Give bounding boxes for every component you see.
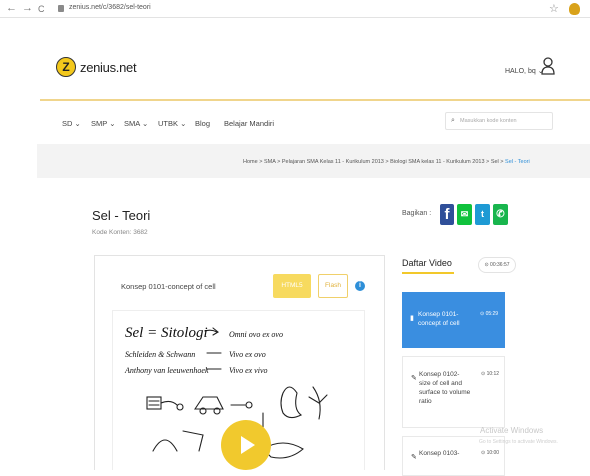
facebook-share-button[interactable]: f	[440, 204, 454, 225]
pencil-icon: ✎	[411, 454, 417, 461]
notes-line3-b: Vivo ex vivo	[229, 366, 268, 375]
nav-label: SMP	[91, 119, 108, 128]
total-duration-badge: ⊙ 00:36:57	[478, 257, 516, 273]
logo-icon[interactable]: Z	[56, 57, 76, 77]
whatsapp-share-button[interactable]: ✆	[493, 204, 508, 225]
breadcrumb-home[interactable]: Home	[243, 159, 258, 165]
heading-underline	[402, 272, 454, 274]
notes-line1-b: Omni ovo ex ovo	[229, 330, 283, 339]
search-placeholder: Masukkan kode konten	[460, 118, 517, 124]
whatsapp-icon: ✆	[496, 209, 505, 220]
bookmark-star-icon[interactable]: ☆	[549, 2, 559, 15]
nav-label: UTBK	[158, 119, 179, 128]
nav-sd[interactable]: SD ⌄	[62, 119, 81, 128]
notes-line2-b: Vivo ex ovo	[229, 350, 266, 359]
nav-sma[interactable]: SMA ⌄	[124, 119, 148, 128]
flash-button[interactable]: Flash	[318, 274, 348, 298]
html5-button[interactable]: HTML5	[273, 274, 311, 298]
chevron-down-icon: ⌄	[141, 119, 149, 128]
logo-text[interactable]: zenius.net	[80, 60, 137, 75]
pencil-icon: ✎	[411, 375, 417, 382]
chevron-down-icon: ⌄	[74, 119, 81, 128]
video-list-item[interactable]: ✎ Konsep 0102-size of cell and surface t…	[402, 356, 505, 428]
notes-line3-a: Anthony van leeuwenhoek	[124, 366, 209, 375]
reload-button[interactable]: C	[38, 3, 45, 16]
nav-utbk[interactable]: UTBK ⌄	[158, 119, 186, 128]
nav-blog[interactable]: Blog	[195, 119, 210, 128]
search-input[interactable]: ⌕ Masukkan kode konten	[445, 112, 553, 130]
video-item-duration: ⊙ 10:00	[481, 450, 500, 456]
line-share-button[interactable]: ✉	[457, 204, 472, 225]
video-title: Konsep 0101-concept of cell	[121, 282, 216, 291]
play-icon	[241, 436, 255, 454]
breadcrumb-sel[interactable]: Sel	[491, 159, 499, 165]
chevron-down-icon: ⌄	[180, 119, 187, 128]
info-icon[interactable]: i	[355, 281, 365, 291]
back-button[interactable]: ←	[6, 2, 17, 15]
video-item-title: Konsep 0101-concept of cell	[418, 311, 460, 327]
nav-label: SD	[62, 119, 73, 128]
video-item-duration: ⊙ 05:29	[480, 311, 499, 317]
nav-label: SMA	[124, 119, 140, 128]
forward-button[interactable]: →	[22, 2, 33, 15]
breadcrumb-current: Sel - Teori	[505, 159, 530, 165]
breadcrumb-sma[interactable]: SMA	[264, 159, 276, 165]
video-item-title: Konsep 0102-size of cell and surface to …	[419, 371, 471, 405]
extension-icon[interactable]	[569, 3, 580, 15]
breadcrumb: Home > SMA > Pelajaran SMA Kelas 11 - Ku…	[243, 159, 530, 165]
breadcrumb-biologi[interactable]: Biologi SMA kelas 11 - Kurikulum 2013	[390, 159, 484, 165]
notes-line2-a: Schleiden & Schwann	[125, 350, 195, 359]
windows-watermark-title: Activate Windows	[480, 426, 544, 435]
header-divider	[40, 99, 590, 101]
address-bar[interactable]: zenius.net/c/3682/sel-teori	[69, 4, 151, 11]
video-item-duration: ⊙ 10:12	[481, 371, 500, 377]
windows-watermark-subtitle: Go to Settings to activate Windows.	[479, 439, 558, 445]
nav-belajar-mandiri[interactable]: Belajar Mandiri	[224, 119, 274, 128]
twitter-share-button[interactable]: t	[475, 204, 490, 225]
video-list-heading: Daftar Video	[402, 258, 452, 268]
breadcrumb-pelajaran[interactable]: Pelajaran SMA Kelas 11 - Kurikulum 2013	[282, 159, 384, 165]
video-icon: ▮	[410, 315, 414, 322]
user-icon[interactable]	[541, 57, 555, 75]
notes-line1-a: Sel = Sitologi	[125, 325, 208, 341]
nav-smp[interactable]: SMP ⌄	[91, 119, 116, 128]
greeting-text: HALO, bq	[505, 68, 536, 75]
search-icon: ⌕	[451, 117, 455, 124]
page-title: Sel - Teori	[92, 208, 151, 223]
video-list-item[interactable]: ▮ Konsep 0101-concept of cell ⊙ 05:29	[402, 292, 505, 348]
facebook-icon: f	[444, 206, 450, 223]
share-label: Bagikan :	[402, 210, 432, 217]
play-button[interactable]	[221, 420, 271, 470]
video-item-title: Konsep 0103-	[419, 450, 460, 457]
user-greeting[interactable]: HALO, bq ⌄	[505, 67, 544, 75]
browser-toolbar: ← → C zenius.net/c/3682/sel-teori ☆	[0, 0, 590, 18]
logo-letter: Z	[62, 60, 70, 74]
line-icon: ✉	[460, 209, 469, 219]
twitter-icon: t	[481, 209, 484, 219]
lock-icon	[58, 5, 64, 12]
content-code: Kode Konten: 3682	[92, 229, 148, 236]
chevron-down-icon: ⌄	[109, 119, 116, 128]
